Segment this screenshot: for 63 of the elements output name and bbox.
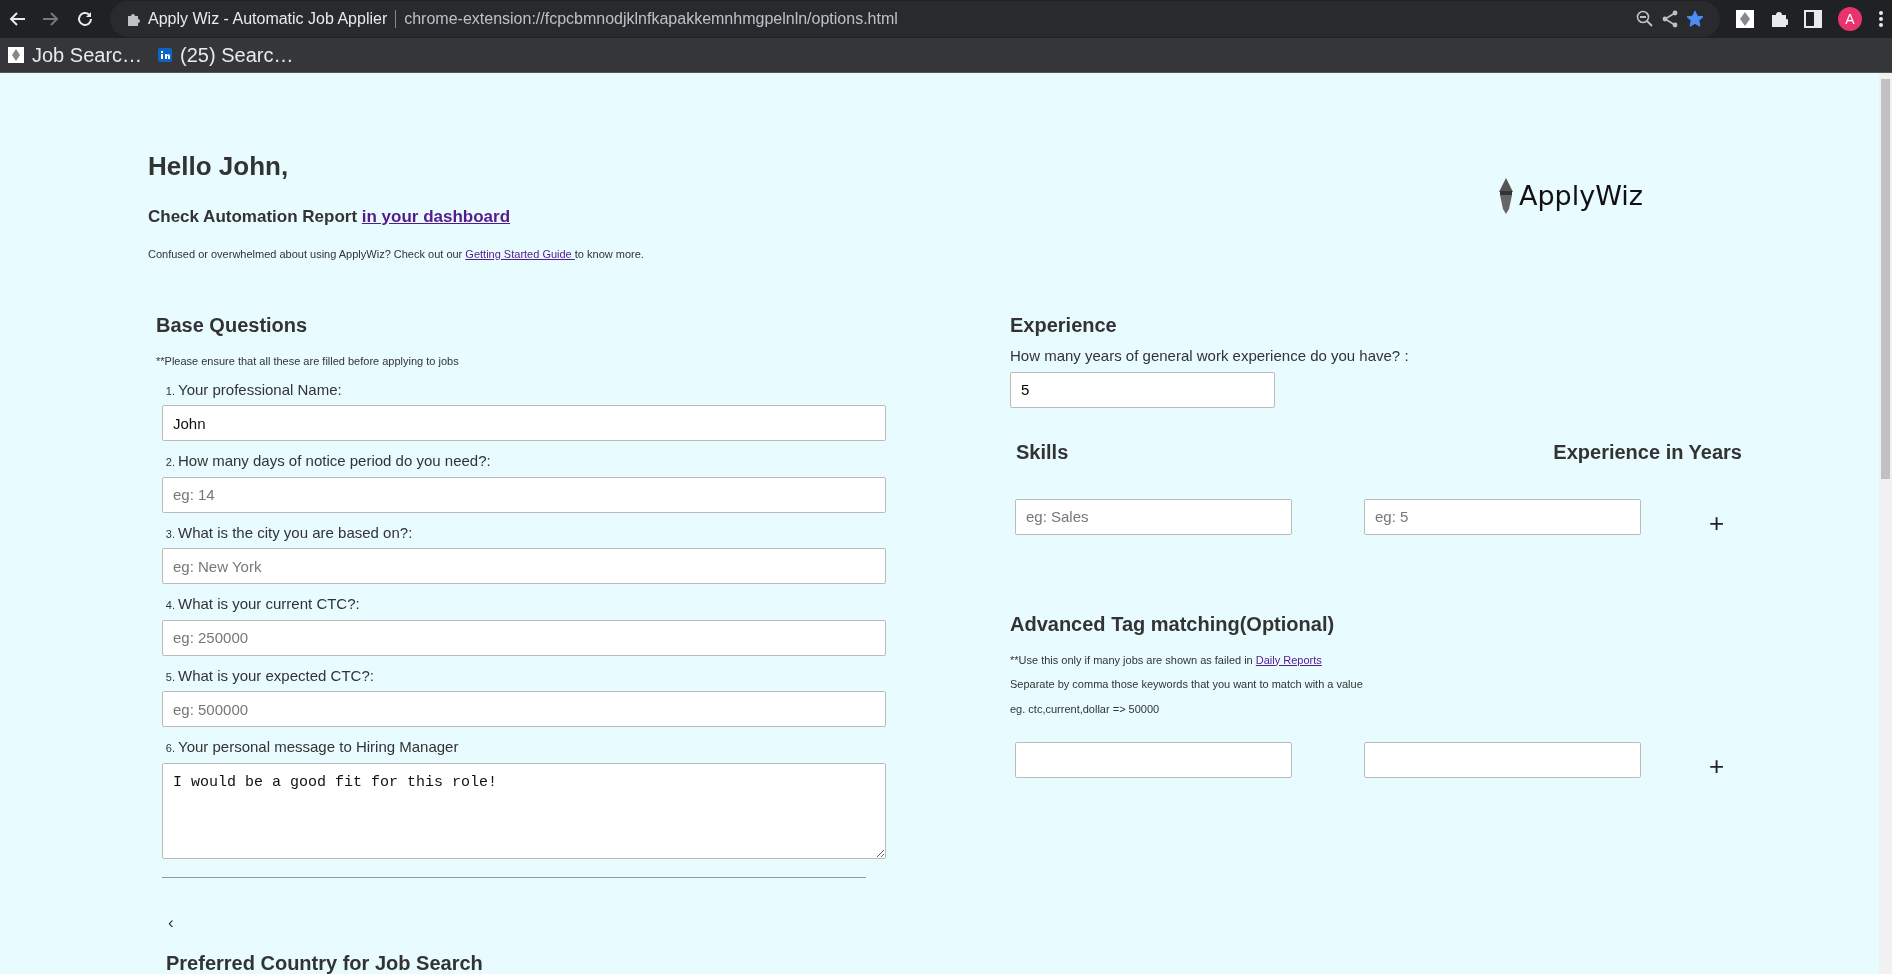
extension-icon xyxy=(8,47,24,63)
note-text: **Please ensure that all these are filled before applying to jobs xyxy=(156,354,460,369)
question-label: Your personal message to Hiring Manager xyxy=(178,737,459,757)
question-label: Your professional Name: xyxy=(178,379,342,400)
logo-text: ApplyWiz xyxy=(1519,179,1643,213)
section-heading: Advanced Tag matching(Optional) xyxy=(1010,611,1336,636)
greeting-heading: Hello John, xyxy=(148,151,290,183)
address-bar[interactable]: Apply Wiz - Automatic Job Applier chrome-extension://fcpcbmnodjklnfkapakkemnhmgpelnln/options.html xyxy=(110,1,1720,37)
question-number: 1. xyxy=(164,383,175,399)
back-arrow-icon[interactable] xyxy=(8,11,26,27)
avatar[interactable]: A xyxy=(1838,7,1862,31)
text-field[interactable]: John xyxy=(162,405,886,441)
hint-text: Separate by comma those keywords that you want to match with a value xyxy=(1010,677,1364,692)
text-field[interactable]: 5 xyxy=(1010,371,1275,408)
reports-link[interactable]: Daily Reports xyxy=(1255,653,1322,666)
question-label: What is your current CTC?: xyxy=(178,594,360,614)
share-icon[interactable] xyxy=(1662,10,1678,28)
reload-icon[interactable] xyxy=(76,10,94,28)
zoom-out-icon[interactable] xyxy=(1636,10,1654,28)
menu-icon[interactable] xyxy=(1878,10,1884,28)
note-text: **Use this only if many jobs are shown as failed in Daily Reports xyxy=(1010,652,1323,668)
linkedin-icon xyxy=(158,48,173,62)
text-field[interactable]: eg: 14 xyxy=(162,476,886,513)
add-button[interactable]: + xyxy=(1705,509,1729,536)
text-field[interactable]: eg: New York xyxy=(162,548,886,584)
section-heading: Preferred Country for Job Search xyxy=(166,951,484,974)
dashboard-link[interactable]: in your dashboard xyxy=(361,207,511,227)
text-field[interactable] xyxy=(1364,742,1641,778)
question-number: 4. xyxy=(164,598,175,613)
guide-link[interactable]: Getting Started Guide xyxy=(465,247,575,260)
question-number: 5. xyxy=(164,669,175,685)
column-heading: Skills xyxy=(1016,439,1069,464)
section-heading: Base Questions xyxy=(156,313,309,337)
side-panel-icon[interactable] xyxy=(1804,10,1822,28)
extension-icon[interactable] xyxy=(1736,10,1754,28)
star-icon[interactable] xyxy=(1686,10,1704,28)
text-field[interactable]: eg: Sales xyxy=(1015,498,1292,535)
puzzle-icon[interactable] xyxy=(1770,10,1788,28)
example-text: eg. ctc,current,dollar => 50000 xyxy=(1010,701,1161,717)
question-label: What is your expected CTC?: xyxy=(178,665,374,686)
add-button[interactable]: + xyxy=(1705,753,1729,779)
question-number: 6. xyxy=(164,741,175,756)
back-button[interactable]: ‹ xyxy=(168,909,174,935)
question-label: What is the city you are based on?: xyxy=(178,522,413,543)
text-field[interactable]: eg: 250000 xyxy=(162,619,886,656)
message-textarea[interactable]: I would be a good fit for this role! xyxy=(162,762,886,859)
text-field[interactable]: eg: 5 xyxy=(1364,498,1641,535)
text-field[interactable]: eg: 500000 xyxy=(162,691,886,727)
question-label: How many years of general work experience do you have? : xyxy=(1010,346,1410,366)
page-title: Apply Wiz - Automatic Job Applier xyxy=(148,9,388,29)
url-text: chrome-extension://fcpcbmnodjklnfkapakkemnhmgpelnln/options.html xyxy=(404,9,898,29)
question-label: How many days of notice period do you need?: xyxy=(178,451,491,471)
column-heading: Experience in Years xyxy=(1553,439,1742,464)
text-field[interactable] xyxy=(1015,742,1292,778)
forward-arrow-icon[interactable] xyxy=(42,11,60,27)
question-number: 2. xyxy=(164,455,175,470)
question-number: 3. xyxy=(164,526,175,542)
puzzle-icon xyxy=(126,12,140,26)
bookmark[interactable]: Job Searc… xyxy=(8,40,143,70)
bookmark[interactable]: (25) Searc… xyxy=(158,40,294,70)
section-heading: Experience xyxy=(1010,313,1118,337)
scrollbar[interactable] xyxy=(1879,73,1892,974)
scroll-thumb[interactable] xyxy=(1881,79,1890,479)
